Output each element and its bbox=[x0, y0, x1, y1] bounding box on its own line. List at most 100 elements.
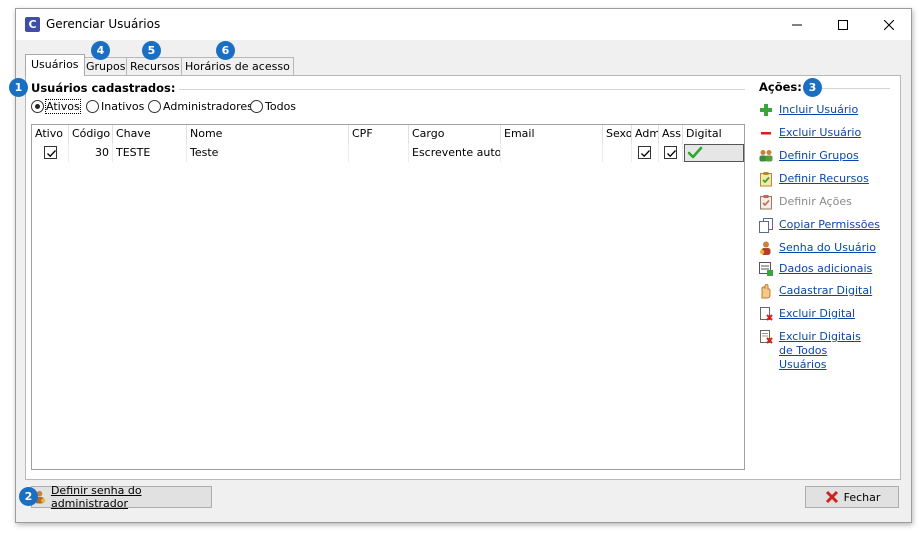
cell-adm[interactable] bbox=[632, 144, 659, 162]
tab-usuarios[interactable]: Usuários bbox=[25, 54, 85, 76]
actions-section-title: Ações: bbox=[759, 80, 802, 94]
action-definir-grupos[interactable]: Definir Grupos bbox=[758, 148, 859, 164]
actions-section-divider bbox=[822, 88, 890, 89]
cell-nome: Teste bbox=[187, 144, 349, 162]
badge-2: 2 bbox=[19, 487, 38, 506]
badge-3: 3 bbox=[803, 78, 822, 97]
action-cadastrar-digital-label: Cadastrar Digital bbox=[779, 284, 873, 297]
clipboard-icon bbox=[760, 195, 772, 210]
cell-cargo: Escrevente autoriz bbox=[409, 144, 501, 162]
tab-recursos[interactable]: Recursos bbox=[126, 57, 184, 75]
col-header-ass[interactable]: Ass. bbox=[659, 125, 683, 144]
copy-icon bbox=[759, 218, 773, 233]
admin-password-button[interactable]: Definir senha do administrador bbox=[31, 484, 212, 510]
badge-6: 6 bbox=[216, 41, 235, 60]
data-add-icon bbox=[759, 262, 773, 276]
action-excluir-digitais-todos[interactable]: Excluir Digitais de Todos Usuários bbox=[758, 329, 878, 372]
fechar-button[interactable]: Fechar bbox=[805, 486, 899, 508]
plus-icon bbox=[760, 104, 772, 116]
action-incluir-usuario[interactable]: Incluir Usuário bbox=[758, 102, 858, 118]
action-cadastrar-digital[interactable]: Cadastrar Digital bbox=[758, 283, 872, 299]
maximize-icon bbox=[838, 19, 848, 30]
filter-todos-label: Todos bbox=[265, 100, 297, 113]
action-excluir-digital[interactable]: Excluir Digital bbox=[758, 306, 855, 322]
col-header-email[interactable]: Email bbox=[501, 125, 603, 144]
admin-password-button-label: Definir senha do administrador bbox=[50, 484, 142, 510]
filter-inativos[interactable]: Inativos bbox=[86, 100, 144, 113]
maximize-button[interactable] bbox=[820, 9, 866, 40]
fingerprint-hand-icon bbox=[761, 283, 771, 299]
filter-ativos-label: Ativos bbox=[45, 99, 81, 114]
radio-inativos-indicator bbox=[86, 100, 99, 113]
action-definir-recursos[interactable]: Definir Recursos bbox=[758, 171, 869, 187]
action-definir-acoes[interactable]: Definir Ações bbox=[758, 194, 852, 210]
col-header-ativo[interactable]: Ativo bbox=[32, 125, 69, 144]
col-header-codigo[interactable]: Código bbox=[69, 125, 113, 144]
minimize-icon bbox=[792, 24, 802, 25]
col-header-cargo[interactable]: Cargo bbox=[409, 125, 501, 144]
action-definir-recursos-label: Definir Recursos bbox=[779, 172, 869, 185]
checkmark-icon bbox=[47, 150, 56, 158]
radio-todos-indicator bbox=[250, 100, 263, 113]
users-section-title: Usuários cadastrados: bbox=[31, 81, 180, 95]
col-header-cpf[interactable]: CPF bbox=[349, 125, 409, 144]
action-senha-usuario[interactable]: Senha do Usuário bbox=[758, 240, 876, 256]
window-title: Gerenciar Usuários bbox=[46, 17, 161, 31]
close-icon bbox=[884, 19, 894, 30]
filter-ativos[interactable]: Ativos bbox=[31, 99, 81, 114]
delete-all-icon bbox=[760, 330, 773, 344]
filter-administradores-label: Administradores bbox=[163, 100, 253, 113]
minus-icon bbox=[761, 132, 771, 135]
action-excluir-usuario[interactable]: Excluir Usuário bbox=[758, 125, 861, 141]
cell-sexo bbox=[603, 144, 632, 162]
action-senha-usuario-label: Senha do Usuário bbox=[779, 241, 876, 254]
group-icon bbox=[759, 150, 773, 162]
delete-document-icon bbox=[760, 307, 773, 321]
badge-4: 4 bbox=[91, 41, 110, 60]
cell-chave: TESTE bbox=[113, 144, 187, 162]
radio-ativos-indicator bbox=[31, 100, 44, 113]
action-definir-acoes-label: Definir Ações bbox=[779, 195, 852, 208]
users-grid[interactable]: Ativo Código Chave Nome CPF Cargo Email … bbox=[31, 124, 745, 470]
close-window-button[interactable] bbox=[866, 9, 912, 40]
title-bar: C Gerenciar Usuários bbox=[16, 9, 911, 40]
ativo-checkbox[interactable] bbox=[44, 146, 57, 159]
table-row[interactable]: 30 TESTE Teste Escrevente autoriz bbox=[32, 144, 744, 162]
tab-grupos[interactable]: Grupos bbox=[82, 57, 130, 75]
cell-ativo[interactable] bbox=[32, 144, 69, 162]
action-definir-grupos-label: Definir Grupos bbox=[779, 149, 859, 162]
action-dados-adicionais[interactable]: Dados adicionais bbox=[758, 261, 872, 277]
adm-checkbox[interactable] bbox=[638, 146, 651, 159]
user-key-icon bbox=[759, 241, 771, 255]
checkmark-icon bbox=[667, 150, 676, 158]
cell-email bbox=[501, 144, 603, 162]
col-header-chave[interactable]: Chave bbox=[113, 125, 187, 144]
users-section-divider bbox=[160, 89, 745, 90]
action-excluir-digital-label: Excluir Digital bbox=[779, 307, 856, 320]
checkmark-icon bbox=[641, 150, 650, 158]
cell-ass[interactable] bbox=[659, 144, 683, 162]
action-dados-adicionais-label: Dados adicionais bbox=[779, 262, 873, 275]
action-copiar-permissoes[interactable]: Copiar Permissões bbox=[758, 217, 880, 233]
badge-5: 5 bbox=[142, 41, 161, 60]
filter-administradores[interactable]: Administradores bbox=[148, 100, 253, 113]
cell-digital[interactable] bbox=[684, 144, 744, 162]
action-incluir-usuario-label: Incluir Usuário bbox=[779, 103, 859, 116]
app-icon: C bbox=[25, 17, 40, 32]
col-header-sexo[interactable]: Sexo bbox=[603, 125, 632, 144]
minimize-button[interactable] bbox=[774, 9, 820, 40]
tab-horarios[interactable]: Horários de acesso bbox=[181, 57, 294, 75]
badge-1: 1 bbox=[9, 78, 28, 97]
radio-administradores-indicator bbox=[148, 100, 161, 113]
filter-inativos-label: Inativos bbox=[101, 100, 145, 113]
action-excluir-digitais-todos-label: Excluir Digitais de Todos Usuários bbox=[779, 330, 861, 371]
filter-todos[interactable]: Todos bbox=[250, 100, 296, 113]
col-header-nome[interactable]: Nome bbox=[187, 125, 349, 144]
action-excluir-usuario-label: Excluir Usuário bbox=[779, 126, 862, 139]
col-header-digital[interactable]: Digital bbox=[683, 125, 744, 144]
col-header-adm[interactable]: Adm bbox=[632, 125, 659, 144]
fechar-button-label: Fechar bbox=[843, 490, 881, 504]
cell-codigo: 30 bbox=[69, 144, 113, 162]
clipboard-check-icon bbox=[760, 172, 772, 187]
ass-checkbox[interactable] bbox=[664, 146, 677, 159]
